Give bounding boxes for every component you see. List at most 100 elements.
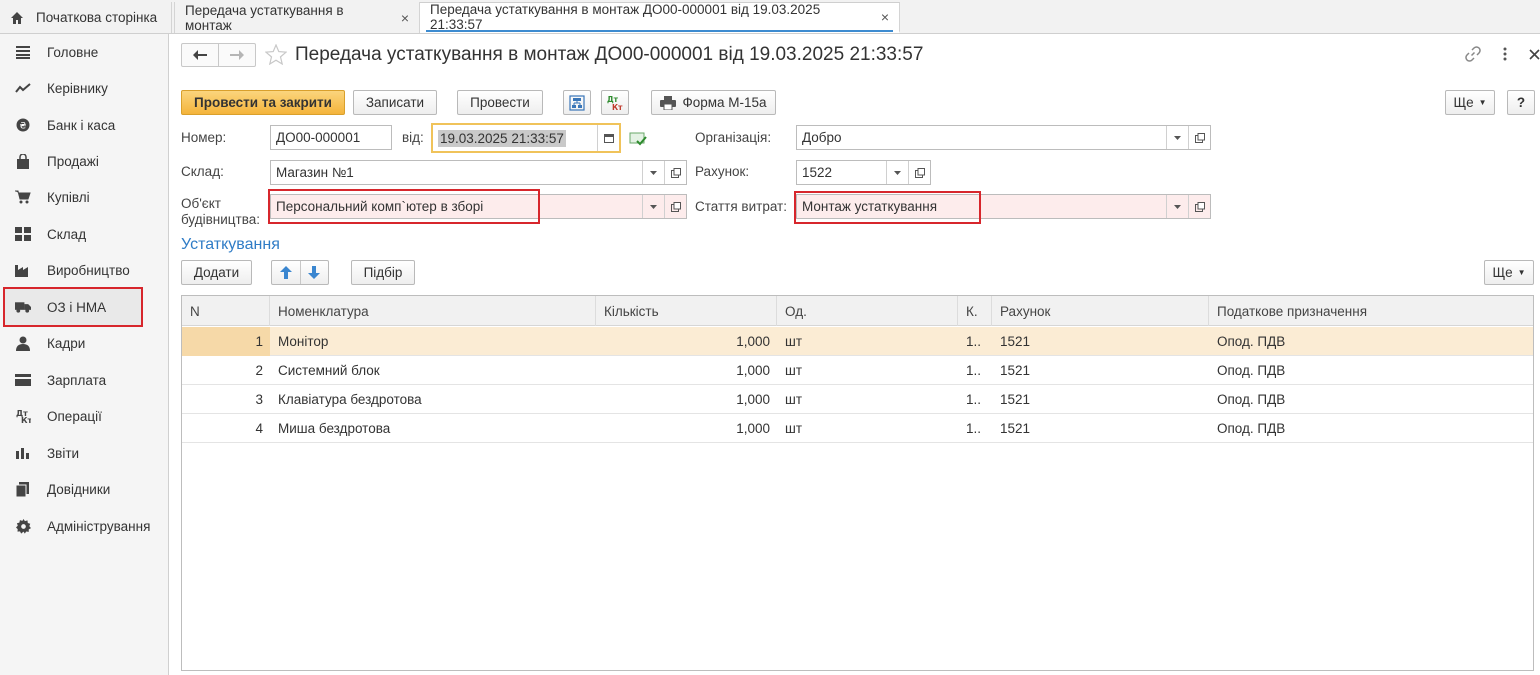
sidebar-item-hr[interactable]: Кадри <box>0 328 169 358</box>
sidebar-item-production[interactable]: Виробництво <box>0 255 169 285</box>
open-icon[interactable] <box>908 161 930 184</box>
sidebar-item-directories[interactable]: Довідники <box>0 474 169 504</box>
column-header-account[interactable]: Рахунок <box>992 296 1209 326</box>
factory-icon <box>15 262 31 278</box>
close-icon[interactable]: × <box>401 10 409 26</box>
column-header-item[interactable]: Номенклатура <box>270 296 596 326</box>
truck-icon <box>15 299 31 315</box>
coin-icon: ₴ <box>15 117 31 133</box>
link-icon[interactable] <box>1465 46 1481 62</box>
warehouse-field[interactable]: Магазин №1 <box>270 160 687 185</box>
more-label: Ще <box>1453 95 1474 110</box>
dropdown-icon[interactable] <box>642 161 664 184</box>
tab-transfer-list[interactable]: Передача устаткування в монтаж × <box>174 2 420 33</box>
row-tax: Опод. ПДВ <box>1217 421 1286 436</box>
table-more-button[interactable]: Ще ▼ <box>1484 260 1534 285</box>
row-unit: шт <box>785 363 803 378</box>
chevron-down-icon: ▼ <box>1517 268 1526 277</box>
move-down-button[interactable] <box>301 261 329 284</box>
row-account: 1521 <box>1000 421 1031 436</box>
dropdown-icon[interactable] <box>642 195 664 218</box>
close-icon[interactable] <box>1529 48 1540 60</box>
post-button[interactable]: Провести <box>457 90 543 115</box>
column-header-unit[interactable]: Од. <box>777 296 958 326</box>
star-icon[interactable] <box>265 44 287 65</box>
close-icon[interactable]: × <box>881 9 889 25</box>
check-document-icon[interactable] <box>629 132 647 146</box>
table-row[interactable]: 3 Клавіатура бездротова 1,000 шт 1.. 152… <box>182 385 1533 414</box>
tab-transfer-list-label: Передача устаткування в монтаж <box>185 2 344 33</box>
row-item: Клавіатура бездротова <box>278 392 422 407</box>
sidebar-item-label: Головне <box>47 44 99 60</box>
sidebar-item-sales[interactable]: Продажі <box>0 146 169 176</box>
more-vertical-icon[interactable] <box>1503 47 1507 61</box>
table-row[interactable]: 2 Системний блок 1,000 шт 1.. 1521 Опод.… <box>182 356 1533 385</box>
sidebar-item-main[interactable]: Головне <box>0 37 169 67</box>
dt-kt-button[interactable]: Дт Кт <box>601 90 629 115</box>
number-value: ДО00-000001 <box>276 130 361 145</box>
sidebar-item-reports[interactable]: Звіти <box>0 438 169 468</box>
open-icon[interactable] <box>664 195 686 218</box>
sidebar-item-fixed-assets[interactable]: ОЗ і НМА <box>3 287 143 327</box>
sidebar-item-operations[interactable]: Дт Кт Операції <box>0 401 169 431</box>
table-row[interactable]: 1 Монітор 1,000 шт 1.. 1521 Опод. ПДВ <box>182 327 1533 356</box>
print-form-button[interactable]: Форма М-15а <box>651 90 776 115</box>
row-qty: 1,000 <box>736 363 770 378</box>
help-button[interactable]: ? <box>1507 90 1535 115</box>
save-button[interactable]: Записати <box>353 90 437 115</box>
date-label: від: <box>402 130 424 145</box>
warehouse-icon <box>15 226 31 242</box>
row-item: Системний блок <box>278 363 380 378</box>
dropdown-icon[interactable] <box>886 161 908 184</box>
pick-button[interactable]: Підбір <box>351 260 415 285</box>
number-field[interactable]: ДО00-000001 <box>270 125 392 150</box>
sidebar-item-salary[interactable]: Зарплата <box>0 365 169 395</box>
sidebar-item-admin[interactable]: Адміністрування <box>0 511 169 541</box>
arrow-up-icon <box>279 266 292 279</box>
table-row[interactable]: 4 Миша бездротова 1,000 шт 1.. 1521 Опод… <box>182 414 1533 443</box>
tab-home[interactable]: Початкова сторінка <box>0 2 172 33</box>
date-field[interactable]: 19.03.2025 21:33:57 <box>431 123 621 153</box>
forward-button[interactable] <box>218 44 255 66</box>
row-number: 4 <box>255 421 263 436</box>
post-and-close-button[interactable]: Провести та закрити <box>181 90 345 115</box>
sidebar-item-manager[interactable]: Керівнику <box>0 73 169 103</box>
column-header-qty[interactable]: Кількість <box>596 296 777 326</box>
svg-text:Кт: Кт <box>612 103 623 112</box>
column-header-n[interactable]: N <box>182 296 270 326</box>
person-icon <box>15 335 31 351</box>
organization-field[interactable]: Добро <box>796 125 1211 150</box>
dropdown-icon[interactable] <box>1166 195 1188 218</box>
row-item: Миша бездротова <box>278 421 391 436</box>
add-button[interactable]: Додати <box>181 260 252 285</box>
column-header-k[interactable]: К. <box>958 296 992 326</box>
row-tax: Опод. ПДВ <box>1217 334 1286 349</box>
row-account: 1521 <box>1000 363 1031 378</box>
row-k: 1.. <box>966 392 982 407</box>
column-header-tax[interactable]: Податкове призначення <box>1209 296 1535 326</box>
tab-transfer-document[interactable]: Передача устаткування в монтаж ДО00-0000… <box>420 2 900 33</box>
structure-button[interactable] <box>563 90 591 115</box>
account-field[interactable]: 1522 <box>796 160 931 185</box>
number-label: Номер: <box>181 130 227 145</box>
sidebar-item-bank[interactable]: ₴ Банк і каса <box>0 110 169 140</box>
books-icon <box>15 481 31 497</box>
dt-kt-icon: ДтКт <box>607 95 623 112</box>
object-label-line2: будівництва: <box>181 212 260 227</box>
tab-home-label: Початкова сторінка <box>36 10 158 25</box>
open-icon[interactable] <box>1188 126 1210 149</box>
more-button[interactable]: Ще ▼ <box>1445 90 1495 115</box>
open-icon[interactable] <box>664 161 686 184</box>
sidebar-item-label: Продажі <box>47 153 99 169</box>
arrow-down-icon <box>308 266 321 279</box>
open-icon[interactable] <box>1188 195 1210 218</box>
sidebar-item-warehouse[interactable]: Склад <box>0 219 169 249</box>
dropdown-icon[interactable] <box>1166 126 1188 149</box>
back-button[interactable] <box>182 44 218 66</box>
move-up-button[interactable] <box>272 261 301 284</box>
row-number: 2 <box>255 363 263 378</box>
calendar-icon[interactable] <box>597 125 619 151</box>
row-k: 1.. <box>966 421 982 436</box>
sidebar-item-purchases[interactable]: Купівлі <box>0 182 169 212</box>
row-number: 3 <box>255 392 263 407</box>
